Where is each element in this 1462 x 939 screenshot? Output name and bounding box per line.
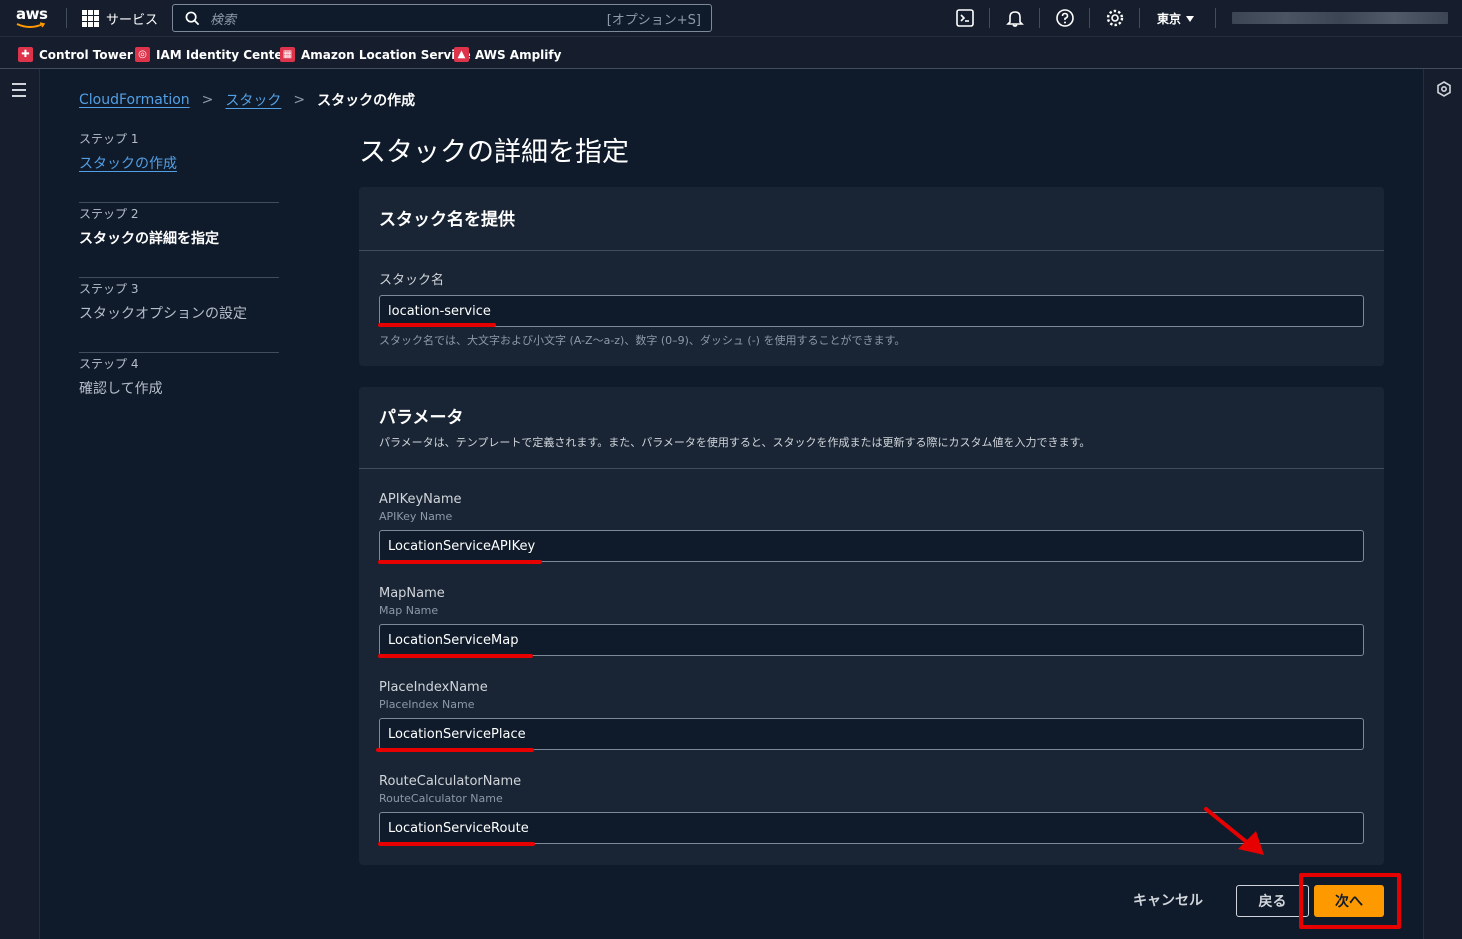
account-menu-redacted[interactable] [1232,12,1448,24]
favorite-aws-amplify[interactable]: ▲ AWS Amplify [454,47,561,62]
page-title: スタックの詳細を指定 [359,137,629,168]
help-icon[interactable] [1055,8,1075,28]
step-configure-options: スタックオプションの設定 [79,306,247,322]
panel-header: スタック名を提供 [359,187,1384,251]
search-placeholder: 検索 [210,12,237,28]
parameters-panel: パラメータ パラメータは、テンプレートで定義されます。また、パラメータを使用する… [359,387,1384,865]
panel-description: パラメータは、テンプレートで定義されます。また、パラメータを使用すると、スタック… [379,436,1091,449]
field-description: RouteCalculator Name [379,792,503,805]
search-icon [185,11,200,25]
stack-name-input[interactable]: location-service [379,295,1364,327]
location-service-icon: ▦ [280,47,295,62]
breadcrumb-stacks[interactable]: スタック [225,90,281,110]
favorite-label: Amazon Location Service [301,47,471,62]
region-selector[interactable]: 東京 [1157,10,1195,27]
field-hint: スタック名では、大文字および小文字 (A-Z～a-z)、数字 (0–9)、ダッシ… [379,334,906,347]
nav-divider [1139,8,1140,28]
hamburger-menu-icon[interactable] [12,83,26,101]
nav-divider [1089,8,1090,28]
wizard-step-3: ステップ 3 スタックオプションの設定 [79,278,279,353]
step-current-specify-details: スタックの詳細を指定 [79,231,219,247]
nav-divider [989,8,990,28]
annotation-underline [378,560,542,564]
iam-identity-center-icon: ◎ [135,47,150,62]
region-label: 東京 [1157,12,1182,26]
input-value: LocationServiceRoute [388,820,529,836]
nav-divider [1039,8,1040,28]
field-description: PlaceIndex Name [379,698,475,711]
favorites-bar: ✚ Control Tower ◎ IAM Identity Center ▦ … [0,36,1462,69]
stack-name-panel: スタック名を提供 スタック名 location-service スタック名では、… [359,187,1384,366]
param-apikeyname: APIKeyName APIKey Name LocationServiceAP… [379,492,1364,562]
field-label: RouteCalculatorName [379,774,522,789]
placeindexname-input[interactable]: LocationServicePlace [379,718,1364,750]
field-label: スタック名 [379,273,445,288]
input-value: LocationServicePlace [388,726,526,742]
annotation-highlight-box [1299,873,1401,929]
grid-icon [82,10,99,27]
aws-logo-text: aws [16,5,48,23]
field-label: APIKeyName [379,492,462,507]
step-label: ステップ 1 [79,132,139,146]
top-navigation: aws サービス 検索 [オプション+S] 東京 [0,0,1462,36]
annotation-underline [378,842,535,846]
favorite-label: Control Tower [39,47,133,62]
cancel-button[interactable]: キャンセル [1133,890,1203,910]
step-label: ステップ 3 [79,282,139,296]
wizard-steps: ステップ 1 スタックの作成 ステップ 2 スタックの詳細を指定 ステップ 3 … [79,128,279,428]
input-value: LocationServiceAPIKey [388,538,536,554]
nav-divider [66,8,67,28]
info-panel-icon[interactable] [1436,81,1452,97]
search-input[interactable]: 検索 [オプション+S] [172,4,712,32]
chevron-right-icon: > [293,92,306,108]
cloudshell-icon[interactable] [955,8,975,28]
field-label: MapName [379,586,445,601]
step-label: ステップ 4 [79,357,139,371]
annotation-arrow-icon [1204,807,1264,855]
right-rail [1423,69,1462,939]
input-value: location-service [388,303,491,319]
favorite-label: AWS Amplify [475,47,562,62]
field-description: APIKey Name [379,510,453,523]
annotation-underline [376,748,534,752]
breadcrumb-current: スタックの作成 [317,93,416,109]
annotation-underline [378,323,496,327]
caret-down-icon [1186,15,1195,22]
mapname-input[interactable]: LocationServiceMap [379,624,1364,656]
control-tower-icon: ✚ [18,47,33,62]
step-label: ステップ 2 [79,207,139,221]
step-link-create-stack[interactable]: スタックの作成 [79,153,279,173]
panel-heading: パラメータ [379,408,464,428]
favorite-label: IAM Identity Center [156,47,289,62]
left-rail [0,69,40,939]
services-menu-button[interactable]: サービス [82,9,158,28]
breadcrumb: CloudFormation > スタック > スタックの作成 [79,90,415,110]
annotation-underline [378,654,533,658]
breadcrumb-cloudformation[interactable]: CloudFormation [79,92,190,108]
favorite-amazon-location-service[interactable]: ▦ Amazon Location Service [280,47,471,62]
apikeyname-input[interactable]: LocationServiceAPIKey [379,530,1364,562]
input-value: LocationServiceMap [388,632,519,648]
aws-logo[interactable]: aws [14,5,50,31]
settings-gear-icon[interactable] [1105,8,1125,28]
stack-name-field: スタック名 location-service スタック名では、大文字および小文字… [379,269,1364,348]
step-review-create: 確認して作成 [79,381,163,397]
search-shortcut-hint: [オプション+S] [606,12,701,28]
field-description: Map Name [379,604,439,617]
wizard-step-2: ステップ 2 スタックの詳細を指定 [79,203,279,278]
favorite-control-tower[interactable]: ✚ Control Tower [18,47,133,62]
services-label: サービス [106,13,159,28]
param-mapname: MapName Map Name LocationServiceMap [379,586,1364,656]
panel-header: パラメータ パラメータは、テンプレートで定義されます。また、パラメータを使用する… [359,387,1384,469]
param-placeindexname: PlaceIndexName PlaceIndex Name LocationS… [379,680,1364,750]
nav-divider [1215,8,1216,28]
favorite-iam-identity-center[interactable]: ◎ IAM Identity Center [135,47,288,62]
chevron-right-icon: > [201,92,214,108]
field-label: PlaceIndexName [379,680,488,695]
amplify-icon: ▲ [454,47,469,62]
notifications-bell-icon[interactable] [1005,8,1025,28]
wizard-step-1: ステップ 1 スタックの作成 [79,128,279,203]
panel-heading: スタック名を提供 [379,210,515,230]
wizard-step-4: ステップ 4 確認して作成 [79,353,279,428]
